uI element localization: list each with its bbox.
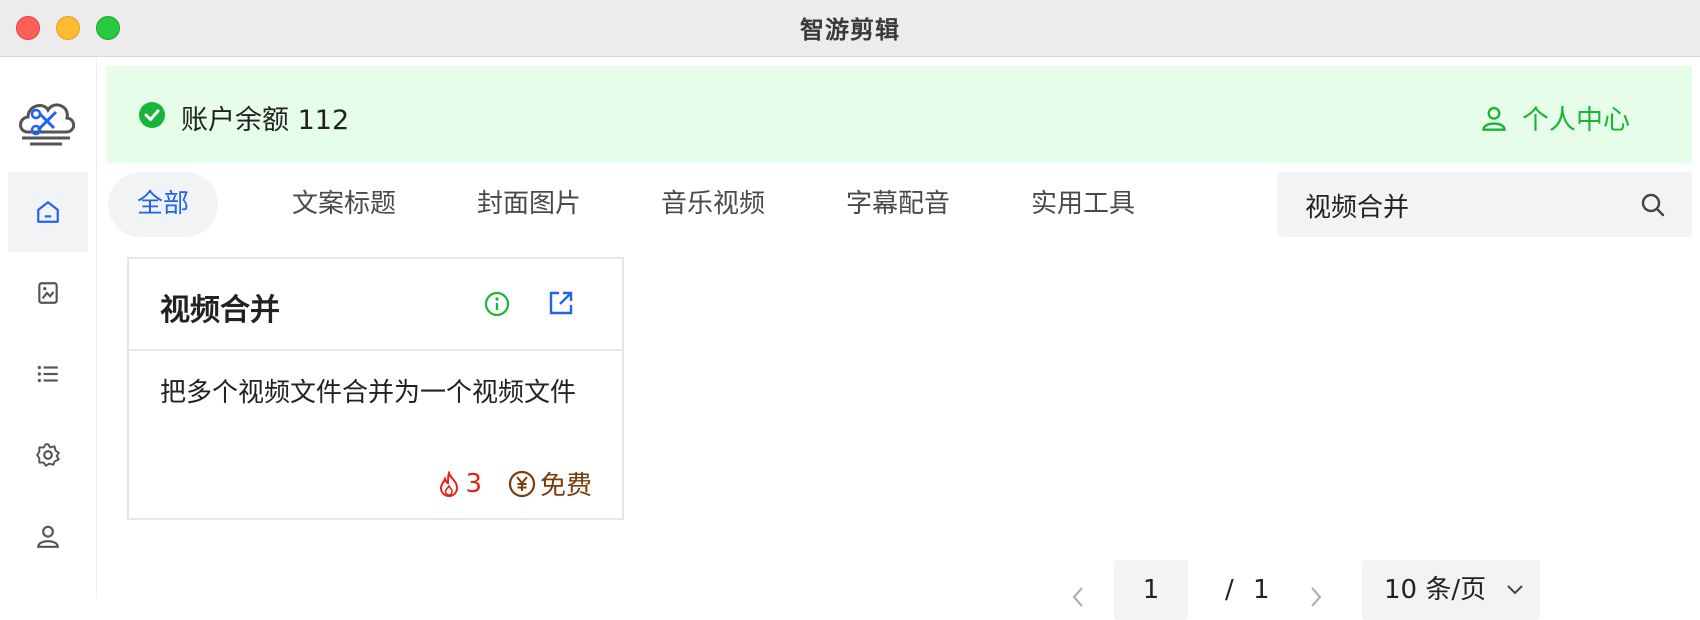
tab-copywriting[interactable]: 文案标题 <box>270 172 418 237</box>
window-title: 智游剪辑 <box>800 16 900 44</box>
sidebar-item-settings[interactable] <box>8 415 88 495</box>
total-pages: 1 <box>1253 575 1270 605</box>
sidebar <box>0 57 97 598</box>
card-description: 把多个视频文件合并为一个视频文件 <box>160 378 577 408</box>
current-page-input[interactable]: 1 <box>1114 560 1188 620</box>
tab-utilities[interactable]: 实用工具 <box>1009 172 1157 237</box>
tab-music-video[interactable]: 音乐视频 <box>639 172 787 237</box>
search-icon[interactable] <box>1640 192 1666 218</box>
external-link-icon[interactable] <box>547 289 575 317</box>
personal-center-link[interactable]: 个人中心 <box>1480 98 1630 137</box>
tool-card[interactable]: 视频合并 把多个视频文件合并为一个视频文件 3 免费 <box>127 257 624 520</box>
price-tag: 免费 <box>508 465 592 502</box>
image-icon <box>38 282 58 304</box>
flame-icon <box>440 470 459 497</box>
page-size-label: 10 条/页 <box>1384 575 1487 605</box>
account-balance: 账户余额 112 <box>181 105 350 136</box>
card-header: 视频合并 <box>129 259 622 351</box>
search-input[interactable] <box>1303 172 1637 239</box>
sidebar-item-user[interactable] <box>8 496 88 576</box>
user-icon <box>1482 106 1506 131</box>
app-logo <box>14 90 78 154</box>
tab-subtitle-dub[interactable]: 字幕配音 <box>824 172 972 237</box>
window-titlebar: 智游剪辑 <box>0 0 1700 57</box>
card-title: 视频合并 <box>160 293 280 328</box>
page-size-select[interactable]: 10 条/页 <box>1362 560 1540 620</box>
hot-count-value: 3 <box>465 468 482 499</box>
chevron-left-icon[interactable] <box>1068 582 1088 612</box>
pagination: 1 / 1 10 条/页 <box>96 560 1700 620</box>
info-icon[interactable] <box>484 291 510 317</box>
sidebar-item-image[interactable] <box>8 253 88 333</box>
tab-cover-image[interactable]: 封面图片 <box>455 172 603 237</box>
yuan-coin-icon <box>508 470 536 497</box>
gear-icon <box>36 443 60 467</box>
list-icon <box>37 365 58 383</box>
user-icon <box>37 525 59 548</box>
search-box <box>1277 172 1692 239</box>
home-icon <box>37 201 59 223</box>
sidebar-item-list[interactable] <box>8 334 88 414</box>
chevron-down-icon <box>1507 585 1523 595</box>
page-separator: / <box>1225 575 1234 605</box>
balance-bar: 账户余额 112 个人中心 <box>106 66 1692 163</box>
card-footer: 3 免费 <box>437 465 592 502</box>
price-label: 免费 <box>539 471 592 501</box>
main-content: 账户余额 112 个人中心 全部 文案标题 封面图片 音乐视频 字幕配音 实用工… <box>96 57 1700 620</box>
sidebar-item-home[interactable] <box>8 172 88 252</box>
check-circle-icon <box>139 102 165 128</box>
hot-count: 3 <box>437 469 482 499</box>
personal-center-label: 个人中心 <box>1522 105 1630 136</box>
chevron-right-icon[interactable] <box>1306 582 1326 612</box>
tab-all[interactable]: 全部 <box>108 172 218 237</box>
